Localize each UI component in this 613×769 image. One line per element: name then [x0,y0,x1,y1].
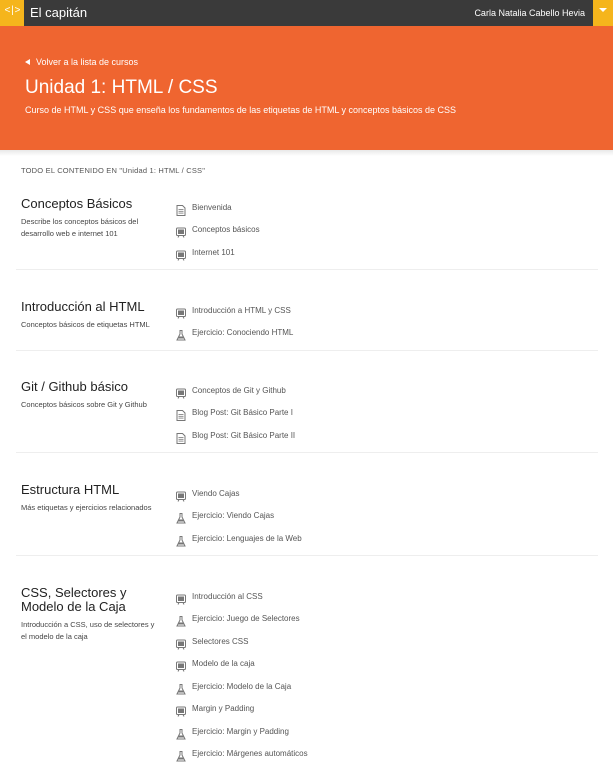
lesson-label: Margin y Padding [192,704,255,713]
section-title: CSS, Selectores y Modelo de la Caja [21,585,127,614]
section-divider [16,452,598,453]
video-icon [176,489,186,502]
chevron-down-icon [599,8,607,12]
section-git-github: Git / Github básico Conceptos básicos so… [16,373,598,453]
lesson-label: Introducción a HTML y CSS [192,306,291,315]
flask-icon [176,727,186,740]
section-introduccion-html: Introducción al HTML Conceptos básicos d… [16,293,598,351]
lesson-label: Conceptos básicos [192,225,260,234]
flask-icon [176,534,186,547]
section-estructura-html: Estructura HTML Más etiquetas y ejercici… [16,476,598,556]
section-description: Introducción a CSS, uso de selectores y … [21,620,155,641]
top-navbar: <|> El capitán Carla Natalia Cabello Hev… [0,0,613,26]
section-title: Introducción al HTML [21,299,145,314]
video-icon [176,704,186,717]
video-icon [176,225,186,238]
lesson-label: Ejercicio: Modelo de la Caja [192,682,292,691]
document-icon [176,408,186,421]
lesson-label: Conceptos de Git y Github [192,386,286,395]
back-link-label: Volver a la lista de cursos [36,57,139,67]
lesson-label: Modelo de la caja [192,659,255,668]
section-css-selectores: CSS, Selectores y Modelo de la Caja Intr… [16,579,598,769]
section-title: Conceptos Básicos [21,196,133,211]
lesson-label: Ejercicio: Juego de Selectores [192,614,300,623]
document-icon [176,203,186,216]
logo[interactable]: <|> [0,0,24,26]
video-icon [176,248,186,261]
flask-icon [176,749,186,762]
section-title: Estructura HTML [21,482,120,497]
lesson-label: Ejercicio: Márgenes automáticos [192,749,308,758]
section-conceptos-basicos: Conceptos Básicos Describe los conceptos… [16,190,598,270]
lesson-label: Introducción al CSS [192,592,263,601]
lesson-label: Internet 101 [192,248,235,257]
video-icon [176,592,186,605]
section-title: Git / Github básico [21,379,128,394]
section-divider [16,555,598,556]
lesson-label: Ejercicio: Conociendo HTML [192,328,294,337]
course-hero: Volver a la lista de cursos Unidad 1: HT… [0,26,613,150]
lesson-label: Blog Post: Git Básico Parte II [192,431,296,440]
video-icon [176,306,186,319]
app-title[interactable]: El capitán [30,5,87,20]
section-description: Conceptos básicos de etiquetas HTML [21,320,150,329]
section-description: Más etiquetas y ejercicios relacionados [21,503,152,512]
video-icon [176,637,186,650]
video-icon [176,386,186,399]
user-menu-button[interactable] [593,0,613,26]
back-to-courses-link[interactable]: Volver a la lista de cursos [25,57,138,67]
section-divider [16,350,598,351]
arrow-left-icon [25,58,30,65]
lesson-label: Blog Post: Git Básico Parte I [192,408,293,417]
content-header: TODO EL CONTENIDO EN "Unidad 1: HTML / C… [21,166,206,175]
lesson-label: Ejercicio: Margin y Padding [192,727,289,736]
hero-shadow [0,150,613,156]
document-icon [176,431,186,444]
page-subtitle: Curso de HTML y CSS que enseña los funda… [25,105,457,115]
section-description: Describe los conceptos básicos del desar… [21,217,139,238]
lesson-label: Ejercicio: Lenguajes de la Web [192,534,302,543]
section-divider [16,269,598,270]
lesson-label: Viendo Cajas [192,489,240,498]
video-icon [176,659,186,672]
flask-icon [176,511,186,524]
lesson-label: Bienvenida [192,203,232,212]
flask-icon [176,614,186,627]
flask-icon [176,328,186,341]
user-name[interactable]: Carla Natalia Cabello Hevia [474,8,585,18]
section-description: Conceptos básicos sobre Git y Github [21,400,147,409]
logo-text: <|> [4,6,20,17]
lesson-label: Ejercicio: Viendo Cajas [192,511,275,520]
lesson-label: Selectores CSS [192,637,249,646]
page-title: Unidad 1: HTML / CSS [25,77,218,98]
flask-icon [176,682,186,695]
